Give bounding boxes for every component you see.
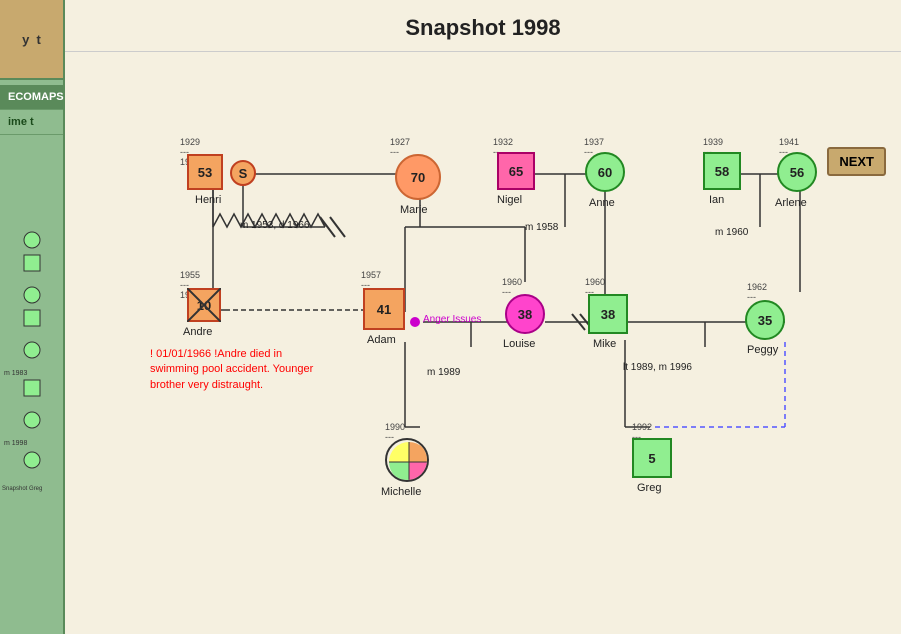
ian-label: Ian — [709, 194, 724, 206]
marriage-label-5: lt 1989, m 1996 — [623, 362, 692, 373]
next-button[interactable]: NEXT — [827, 147, 886, 176]
svg-text:m 1998: m 1998 — [4, 440, 27, 447]
marriage-label-3: m 1960 — [715, 227, 748, 238]
mike-node[interactable]: 38 — [588, 294, 628, 334]
peggy-label: Peggy — [747, 344, 778, 356]
greg-node[interactable]: 5 — [632, 438, 672, 478]
anger-issues-label: Anger Issues — [423, 314, 481, 325]
arlene-node[interactable]: 56 — [777, 152, 817, 192]
genogram-canvas: NEXT 1929 --- 1982 53 Henri S m 1953, d … — [65, 52, 901, 622]
michelle-label: Michelle — [381, 486, 421, 498]
marie-label: Marie — [400, 204, 428, 216]
michelle-node[interactable] — [385, 438, 429, 482]
marriage-label-4: m 1989 — [427, 367, 460, 378]
svg-text:m 1983: m 1983 — [4, 370, 27, 377]
henri-label: Henri — [195, 194, 221, 206]
sidebar-top-letters: y t — [22, 32, 41, 47]
greg-label: Greg — [637, 482, 661, 494]
title-bar: Snapshot 1998 — [65, 0, 901, 52]
nigel-label: Nigel — [497, 194, 522, 206]
anne-label: Anne — [589, 197, 615, 209]
peggy-node[interactable]: 35 — [745, 300, 785, 340]
marie-node[interactable]: 70 — [395, 154, 441, 200]
marriage-label-1: m 1953, d 1966 — [240, 220, 310, 231]
louise-label: Louise — [503, 338, 535, 350]
michelle-pie — [387, 440, 429, 482]
sidebar-menu: ECOMAPS ime t — [0, 80, 63, 140]
sidebar-item-ime[interactable]: ime t — [0, 110, 63, 135]
ian-node[interactable]: 58 — [703, 152, 741, 190]
henri-node[interactable]: 53 — [187, 154, 223, 190]
adam-label: Adam — [367, 334, 396, 346]
svg-text:Snapshot Greg: Snapshot Greg — [2, 486, 42, 492]
louise-node[interactable]: 38 — [505, 294, 545, 334]
anger-issues-dot — [410, 317, 420, 327]
sidebar-mini-genogram: m 1983 m 1998 Snapshot Greg — [2, 220, 62, 600]
andre-label: Andre — [183, 326, 212, 338]
nigel-node[interactable]: 65 — [497, 152, 535, 190]
anne-node[interactable]: 60 — [585, 152, 625, 192]
sidebar-item-ecomaps[interactable]: ECOMAPS — [0, 85, 63, 110]
mike-label: Mike — [593, 338, 616, 350]
sidebar-mini-svg: m 1983 m 1998 Snapshot Greg — [2, 220, 62, 600]
adam-node[interactable]: 41 — [363, 288, 405, 330]
main-content: Snapshot 1998 — [65, 0, 901, 634]
sidebar-top: y t — [0, 0, 63, 80]
andre-cross — [187, 288, 221, 322]
arlene-label: Arlene — [775, 197, 807, 209]
s-node[interactable]: S — [230, 160, 256, 186]
marriage-label-2: m 1958 — [525, 222, 558, 233]
sidebar: y t ECOMAPS ime t m 1983 m 1998 Snapshot… — [0, 0, 65, 634]
note-text: ! 01/01/1966 !Andre died in swimming poo… — [150, 347, 315, 393]
page-title: Snapshot 1998 — [405, 15, 560, 40]
